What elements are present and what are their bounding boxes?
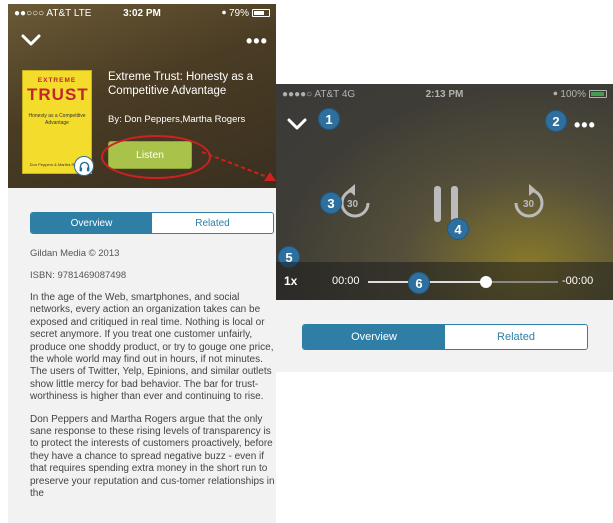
book-title: Extreme Trust: Honesty as a Competitive … <box>108 71 254 97</box>
battery-icon <box>588 90 607 98</box>
callout-badge-6: 6 <box>408 272 430 294</box>
scrubber-track[interactable] <box>368 276 558 288</box>
book-detail-screen: ●●○○○ AT&T LTE 3:02 PM ⏺ 79% ••• EXTREME… <box>8 4 276 523</box>
lock-icon: ⏺ <box>553 89 558 98</box>
description-paragraph-2: Don Peppers and Martha Rogers argue that… <box>30 413 275 500</box>
status-bar: ●●●●○ AT&T 4G 2:13 PM ⏺ 100% <box>276 84 613 104</box>
publisher-label: Gildan Media © 2013 <box>30 248 120 259</box>
tab-overview[interactable]: Overview <box>31 213 152 233</box>
scrubber-thumb[interactable] <box>479 276 492 288</box>
skip-back-30-button[interactable]: 30 <box>338 184 372 222</box>
carrier-label: ●●●●○ AT&T 4G <box>282 88 356 100</box>
callout-badge-3: 3 <box>320 192 342 214</box>
remaining-time: -00:00 <box>562 275 594 287</box>
callout-arrow <box>201 151 276 181</box>
more-options-icon[interactable]: ••• <box>574 116 596 134</box>
detail-tabs: Overview Related <box>302 324 588 350</box>
skip-forward-30-button[interactable]: 30 <box>512 184 546 222</box>
book-authors: By: Don Peppers,Martha Rogers <box>108 114 246 125</box>
tab-related[interactable]: Related <box>152 213 273 233</box>
skip-back-label: 30 <box>347 199 359 210</box>
headphones-icon <box>74 156 94 176</box>
clock-label: 3:02 PM <box>123 7 161 19</box>
player-zoom-panel: ●●●●○ AT&T 4G 2:13 PM ⏺ 100% 1 2 ••• 30 … <box>276 84 613 372</box>
cover-title-large: TRUST <box>27 85 89 104</box>
callout-badge-2: 2 <box>545 110 567 132</box>
cover-title-small: EXTREME <box>37 77 77 84</box>
clock-label: 2:13 PM <box>425 88 464 100</box>
battery-icon <box>251 9 270 17</box>
battery-percent: 79% <box>228 7 249 19</box>
isbn-label: ISBN: 9781469087498 <box>30 270 127 281</box>
tab-overview[interactable]: Overview <box>303 325 445 349</box>
skip-forward-label: 30 <box>523 199 535 210</box>
battery-percent: 100% <box>560 88 586 100</box>
callout-badge-1: 1 <box>318 108 340 130</box>
more-options-icon[interactable]: ••• <box>246 32 268 50</box>
lock-icon: ⏺ <box>221 8 226 17</box>
callout-badge-4: 4 <box>447 218 469 240</box>
listen-highlight-ellipse <box>101 135 211 179</box>
audio-player: ●●●●○ AT&T 4G 2:13 PM ⏺ 100% 1 2 ••• 30 … <box>276 84 613 300</box>
collapse-player-chevron-icon[interactable] <box>286 116 308 132</box>
playback-speed-button[interactable]: 1x <box>284 274 297 288</box>
collapse-chevron-icon[interactable] <box>20 32 42 48</box>
detail-tabs: Overview Related <box>30 212 274 234</box>
book-description: Gildan Media © 2013 ISBN: 9781469087498 … <box>30 248 276 511</box>
cover-subtitle: Honesty as a Competitive Advantage <box>28 113 86 126</box>
carrier-label: ●●○○○ AT&T LTE <box>14 7 92 19</box>
tab-related[interactable]: Related <box>445 325 587 349</box>
elapsed-time: 00:00 <box>332 275 360 287</box>
status-bar: ●●○○○ AT&T LTE 3:02 PM ⏺ 79% <box>8 4 276 22</box>
description-paragraph-1: In the age of the Web, smartphones, and … <box>30 292 274 403</box>
